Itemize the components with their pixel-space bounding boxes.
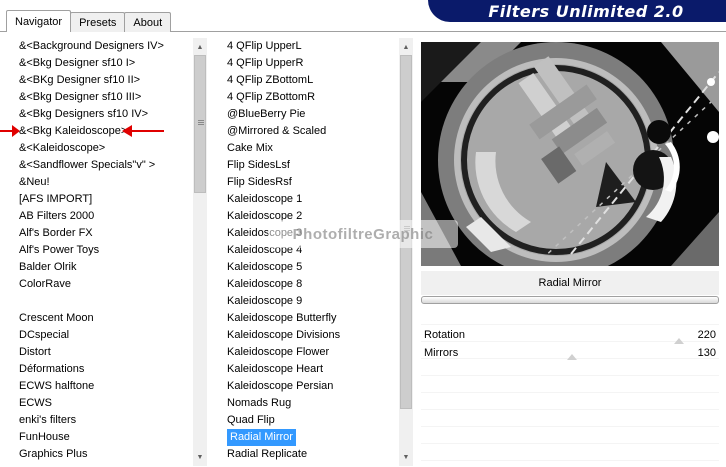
list-item[interactable]: AB Filters 2000 [17,208,191,225]
param-value: 220 [697,329,716,341]
category-list[interactable]: &<Background Designers IV> &<Bkg Designer… [17,38,191,463]
list-item[interactable]: Alf's Power Toys [17,242,191,259]
list-item[interactable]: 4 QFlip UpperL [225,38,397,55]
list-item[interactable]: Balder Olrik [17,259,191,276]
list-item[interactable]: Kaleidoscope Divisions [225,327,397,344]
filter-title: Radial Mirror [421,271,719,295]
list-item[interactable]: Radial Mirror [225,429,397,446]
tab-strip: Navigator Presets About [6,10,172,32]
list-item[interactable]: Graphics Plus [17,446,191,463]
filter-progress-bar [421,296,719,304]
list-item[interactable]: DCspecial [17,327,191,344]
list-item[interactable]: Kaleidoscope Persian [225,378,397,395]
list-item[interactable]: 4 QFlip ZBottomL [225,72,397,89]
category-scroll-thumb[interactable] [194,55,206,193]
tab-navigator[interactable]: Navigator [6,10,72,32]
list-item[interactable]: &<Bkg Designers sf10 IV> [17,106,191,123]
list-item[interactable]: ECWS halftone [17,378,191,395]
list-item[interactable]: Crescent Moon [17,310,191,327]
list-item[interactable]: Kaleidoscope 1 [225,191,397,208]
param-label: Rotation [424,329,465,341]
list-item[interactable]: Kaleidoscope 5 [225,259,397,276]
watermark-text: PhotofiltreGraphic [268,220,458,248]
list-item[interactable]: FunHouse [17,429,191,446]
annotation-arrow-right-icon [0,125,20,137]
scroll-up-icon[interactable]: ▲ [193,40,207,54]
kaleidoscope-preview-image [421,42,719,266]
list-item[interactable]: Cake Mix [225,140,397,157]
list-item[interactable]: Flip SidesRsf [225,174,397,191]
list-item[interactable]: &Neu! [17,174,191,191]
list-item[interactable] [17,293,191,310]
scroll-down-icon[interactable]: ▼ [193,450,207,464]
list-item[interactable]: &<Kaleidoscope> [17,140,191,157]
list-item[interactable]: Kaleidoscope Butterfly [225,310,397,327]
param-label: Mirrors [424,347,459,359]
list-item[interactable]: [AFS IMPORT] [17,191,191,208]
tab-about[interactable]: About [124,12,172,32]
list-item[interactable]: Kaleidoscope Heart [225,361,397,378]
list-item[interactable]: &<BKg Designer sf10 II> [17,72,191,89]
list-item[interactable]: Déformations [17,361,191,378]
list-item[interactable]: enki's filters [17,412,191,429]
tab-presets[interactable]: Presets [70,12,126,32]
list-item[interactable]: Alf's Border FX [17,225,191,242]
list-item[interactable]: @Mirrored & Scaled [225,123,397,140]
app-title: Filters Unlimited 2.0 [488,1,684,21]
filter-preview [421,42,719,266]
list-item[interactable]: &<Bkg Designer sf10 III> [17,89,191,106]
selected-list-item[interactable]: Radial Mirror [227,429,296,446]
list-item[interactable]: ECWS [17,395,191,412]
list-item[interactable]: Quad Flip [225,412,397,429]
list-item[interactable]: &<Bkg Designer sf10 I> [17,55,191,72]
filter-scrollbar[interactable]: ▲ ▼ [399,38,413,466]
list-item[interactable]: 4 QFlip UpperR [225,55,397,72]
mirrors-slider-thumb[interactable] [567,354,577,360]
filter-list[interactable]: 4 QFlip UpperL 4 QFlip UpperR 4 QFlip ZBot… [225,38,397,463]
list-item[interactable]: Nomads Rug [225,395,397,412]
list-item[interactable]: Flip SidesLsf [225,157,397,174]
scroll-down-icon[interactable]: ▼ [399,450,413,464]
list-item[interactable]: Distort [17,344,191,361]
list-item[interactable]: @BlueBerry Pie [225,106,397,123]
parameter-panel: Rotation 220 Mirrors 130 [421,308,719,467]
list-item[interactable]: &<Background Designers IV> [17,38,191,55]
list-item[interactable]: Radial Replicate [225,446,397,463]
app-title-banner: Filters Unlimited 2.0 [428,0,726,22]
list-item[interactable]: &<Sandflower Specials"v" > [17,157,191,174]
annotation-arrow-left-icon [122,125,164,137]
param-value: 130 [697,347,716,359]
list-item[interactable]: 4 QFlip ZBottomR [225,89,397,106]
scroll-up-icon[interactable]: ▲ [399,40,413,54]
list-item[interactable]: Kaleidoscope 8 [225,276,397,293]
list-item[interactable]: Kaleidoscope 9 [225,293,397,310]
category-scrollbar[interactable]: ▲ ▼ [193,38,207,466]
list-item[interactable]: ColorRave [17,276,191,293]
list-item[interactable]: Kaleidoscope Flower [225,344,397,361]
